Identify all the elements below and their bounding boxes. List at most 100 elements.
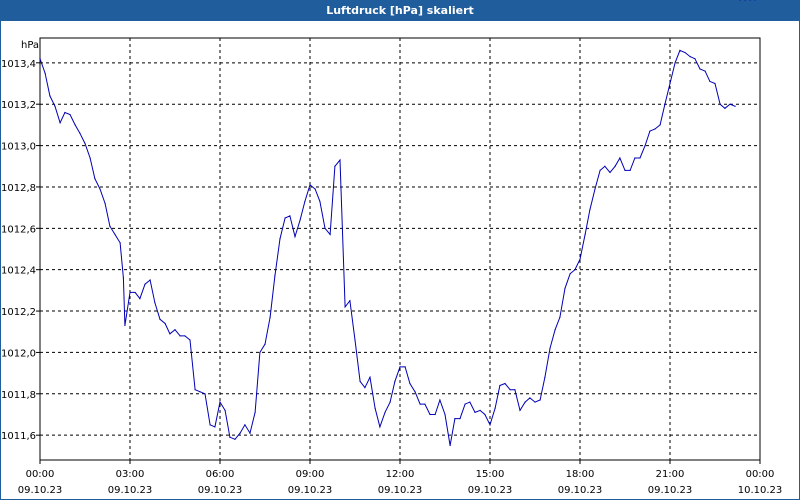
- y-tick-label: 1012,4: [1, 266, 36, 277]
- data-point: [474, 411, 476, 414]
- y-tick-label: 1012,2: [1, 307, 36, 318]
- data-point: [289, 215, 291, 217]
- y-tick-label: 1013,4: [1, 59, 36, 70]
- data-point: [184, 335, 186, 337]
- data-point: [629, 169, 631, 171]
- data-point: [424, 403, 426, 405]
- data-point: [544, 376, 546, 378]
- data-point: [604, 165, 606, 167]
- data-point: [664, 103, 666, 105]
- data-point: [122, 277, 124, 279]
- data-point: [444, 413, 446, 416]
- data-point: [439, 399, 441, 401]
- x-tick-time-label: 00:00: [26, 469, 55, 480]
- data-point: [54, 105, 56, 107]
- data-point: [189, 339, 191, 341]
- data-point: [194, 389, 196, 391]
- data-point: [739, 0, 741, 1]
- data-point: [269, 316, 271, 318]
- data-point: [479, 409, 481, 411]
- data-point: [154, 302, 156, 304]
- data-point: [554, 329, 556, 331]
- data-point: [69, 113, 71, 116]
- x-tick-time-label: 03:00: [116, 469, 145, 480]
- data-point: [304, 200, 306, 203]
- data-point: [284, 217, 286, 219]
- data-point: [349, 300, 351, 302]
- data-point: [314, 188, 316, 190]
- data-point: [359, 380, 361, 382]
- data-point: [619, 157, 621, 159]
- data-point: [699, 68, 701, 70]
- x-tick-date-label: 09.10.23: [558, 485, 603, 496]
- data-point: [514, 389, 516, 391]
- data-point: [689, 56, 691, 58]
- data-point: [59, 122, 61, 124]
- data-point: [264, 343, 266, 345]
- data-point: [414, 391, 416, 393]
- data-point: [524, 401, 526, 403]
- data-point: [114, 233, 116, 236]
- data-point: [654, 128, 656, 130]
- data-point: [494, 407, 496, 409]
- x-tick-date-label: 09.10.23: [378, 485, 423, 496]
- data-point: [389, 401, 391, 403]
- data-point: [574, 269, 576, 271]
- data-point: [279, 238, 281, 240]
- x-tick-date-label: 10.10.23: [738, 485, 783, 496]
- data-point: [144, 283, 146, 285]
- data-point: [534, 401, 536, 403]
- data-point: [369, 376, 371, 378]
- data-point: [669, 82, 671, 85]
- data-point: [379, 426, 381, 428]
- data-point: [109, 225, 111, 227]
- data-point: [64, 111, 66, 114]
- x-tick-time-label: 18:00: [566, 469, 595, 480]
- data-point: [49, 95, 51, 97]
- data-point: [294, 235, 296, 238]
- data-point: [249, 432, 251, 434]
- x-tick-time-label: 09:00: [296, 469, 325, 480]
- data-point: [329, 233, 331, 236]
- data-point: [339, 159, 341, 161]
- data-point: [134, 291, 136, 294]
- data-point: [419, 403, 421, 405]
- y-axis-unit-label: hPa: [21, 40, 39, 51]
- data-point: [204, 393, 206, 395]
- data-point: [599, 169, 601, 171]
- data-point: [659, 124, 661, 126]
- data-point: [484, 413, 486, 416]
- data-point: [244, 424, 246, 426]
- x-tick-date-label: 09.10.23: [108, 485, 153, 496]
- data-point: [749, 0, 751, 1]
- data-point: [169, 333, 171, 335]
- data-point: [504, 382, 506, 385]
- data-point: [259, 351, 261, 354]
- data-point: [559, 316, 561, 318]
- data-point: [104, 202, 106, 205]
- x-tick-time-label: 12:00: [386, 469, 415, 480]
- data-point: [179, 335, 181, 337]
- data-point: [164, 322, 166, 325]
- data-point: [354, 339, 356, 341]
- data-point: [404, 366, 406, 368]
- data-point: [679, 49, 681, 52]
- data-point: [449, 444, 451, 447]
- y-axis: 1011,6 1011,8 1012,0 1012,2 1012,4 1012,6 1012…: [1, 59, 40, 442]
- data-point: [509, 389, 511, 391]
- data-point: [334, 165, 336, 167]
- data-point: [719, 103, 721, 105]
- y-tick-label: 1011,8: [1, 390, 36, 401]
- data-point: [99, 188, 101, 190]
- data-point: [624, 169, 626, 171]
- x-tick-time-label: 21:00: [656, 469, 685, 480]
- data-point: [614, 165, 616, 167]
- pressure-chart: 1011,6 1011,8 1012,0 1012,2 1012,4 1012,6 1012…: [1, 0, 783, 496]
- data-point: [274, 275, 276, 277]
- y-tick-label: 1011,6: [1, 431, 36, 442]
- data-point: [459, 418, 461, 420]
- data-point: [744, 0, 746, 1]
- data-point: [634, 157, 636, 159]
- x-tick-time-label: 15:00: [476, 469, 505, 480]
- data-point: [39, 58, 41, 60]
